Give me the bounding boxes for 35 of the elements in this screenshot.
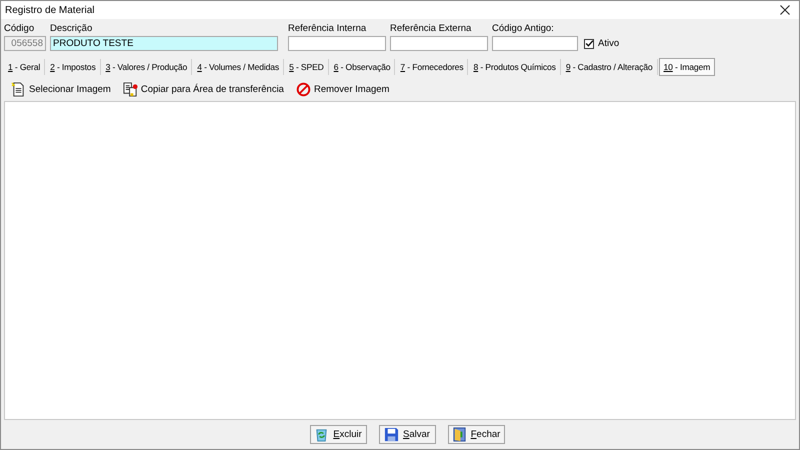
window-title: Registro de Material xyxy=(5,4,94,16)
prohibited-icon xyxy=(296,82,311,96)
tab[interactable]: 2 - Impostos xyxy=(46,58,101,74)
checkbox-label: Ativo xyxy=(598,38,620,49)
toolbar-button[interactable]: Copiar para Área de transferência xyxy=(120,80,286,98)
tab[interactable]: 4 - Volumes / Medidas xyxy=(193,58,284,74)
input-field[interactable]: PRODUTO TESTE xyxy=(50,36,278,51)
input-field[interactable] xyxy=(492,36,578,51)
dialog-button[interactable]: Salvar xyxy=(378,425,436,444)
field-label: Código Antigo: xyxy=(492,23,555,34)
field-label: Referência Interna xyxy=(288,23,368,34)
input-field[interactable] xyxy=(288,36,386,51)
close-icon[interactable] xyxy=(779,4,791,16)
dialog-button[interactable]: Excluir xyxy=(310,425,366,444)
check-icon xyxy=(584,39,594,48)
document-icon xyxy=(11,82,26,96)
toolbar-button[interactable]: Remover Imagem xyxy=(294,80,392,98)
tab[interactable]: 1 - Geral xyxy=(4,58,46,74)
tab[interactable]: 7 - Fornecedores xyxy=(396,58,468,74)
field-label: Referência Externa xyxy=(390,23,472,34)
toolbar-button[interactable]: Selecionar Imagem xyxy=(9,80,113,98)
tab[interactable]: 5 - SPED xyxy=(285,58,329,74)
field-label: Código xyxy=(4,23,36,34)
tab[interactable]: 10 - Imagem xyxy=(658,58,716,76)
door-icon xyxy=(452,427,467,442)
tab[interactable]: 9 - Cadastro / Alteração xyxy=(562,58,658,74)
field-label: Descrição xyxy=(50,23,94,34)
tab[interactable]: 8 - Produtos Químicos xyxy=(469,58,561,74)
documents-icon xyxy=(122,82,138,96)
recycle-bin-icon xyxy=(314,427,330,442)
checkbox[interactable] xyxy=(584,38,594,48)
dialog-button[interactable]: Fechar xyxy=(448,425,504,444)
tab[interactable]: 6 - Observação xyxy=(330,58,396,74)
input-field[interactable] xyxy=(390,36,488,51)
tab[interactable]: 3 - Valores / Produção xyxy=(102,58,192,74)
